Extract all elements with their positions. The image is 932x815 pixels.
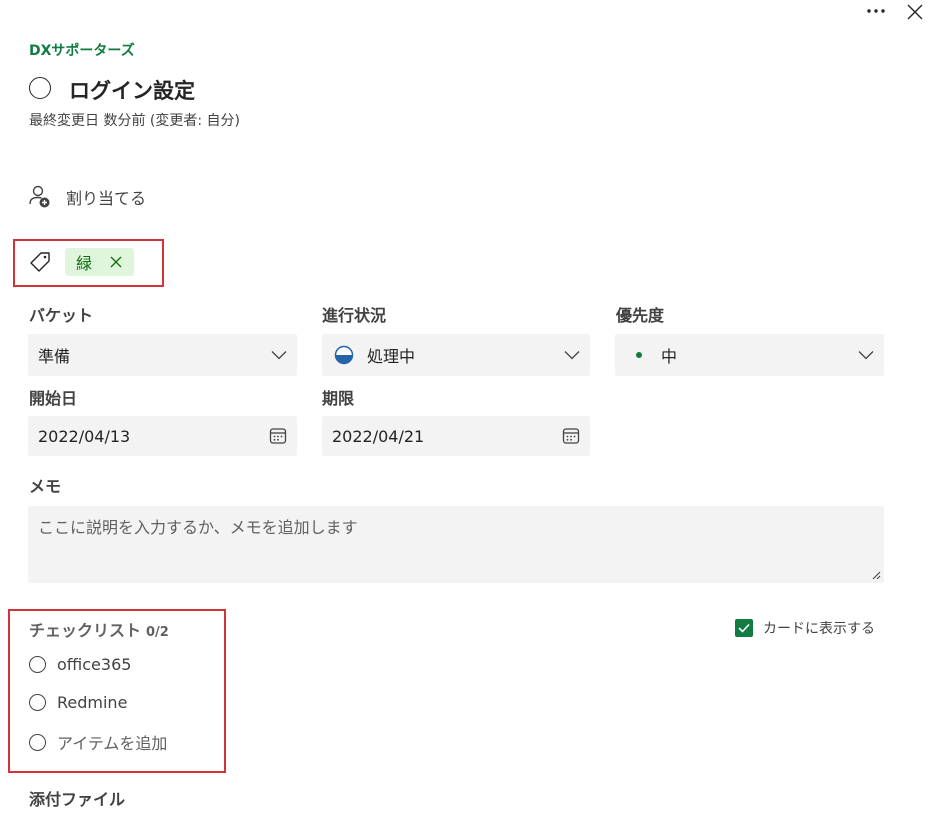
label-tag-text: 緑 [76, 254, 93, 273]
progress-label: 進行状況 [322, 306, 387, 325]
priority-label: 優先度 [616, 306, 665, 325]
attachments-label: 添付ファイル [29, 790, 126, 809]
chevron-down-icon [858, 351, 874, 360]
bucket-dropdown[interactable]: 準備 [28, 334, 297, 376]
checkbox-checked-icon [735, 619, 753, 637]
priority-value: 中 [661, 347, 678, 366]
task-title[interactable]: ログイン設定 [69, 75, 195, 105]
bucket-value: 準備 [38, 347, 71, 366]
assign-label: 割り当てる [66, 189, 147, 208]
checklist-label: チェックリスト [29, 621, 142, 640]
checklist-item[interactable]: office365 [29, 655, 131, 674]
add-person-icon [29, 185, 50, 208]
tag-icon-button[interactable] [29, 251, 51, 277]
notes-textarea[interactable]: ここに説明を入力するか、メモを追加します [28, 506, 884, 583]
checklist-count: 0/2 [146, 625, 169, 640]
checklist-header: チェックリスト 0/2 [29, 617, 169, 641]
assign-button[interactable]: 割り当てる [29, 185, 146, 209]
checklist-item[interactable]: Redmine [29, 693, 127, 712]
calendar-icon[interactable] [562, 427, 580, 445]
last-modified-text: 最終変更日 数分前 (変更者: 自分) [29, 113, 240, 129]
plan-name-link[interactable]: DXサポーターズ [29, 40, 135, 60]
tag-icon [30, 252, 50, 272]
chevron-down-icon [564, 351, 580, 360]
checklist-item-checkbox[interactable] [29, 656, 46, 673]
notes-placeholder: ここに説明を入力するか、メモを追加します [38, 518, 358, 537]
add-item-input[interactable]: アイテムを追加 [57, 730, 167, 754]
due-date-input[interactable]: 2022/04/21 [322, 416, 590, 456]
priority-dot-icon [636, 352, 642, 358]
show-on-card-checkbox[interactable]: カードに表示する [735, 618, 875, 638]
notes-label: メモ [29, 477, 62, 496]
show-on-card-label: カードに表示する [763, 621, 875, 637]
due-date-value: 2022/04/21 [332, 426, 425, 446]
remove-label-icon[interactable] [110, 256, 122, 268]
start-date-label: 開始日 [29, 389, 78, 408]
calendar-icon[interactable] [269, 427, 287, 445]
checklist-item-checkbox[interactable] [29, 694, 46, 711]
progress-dropdown[interactable]: 処理中 [322, 334, 590, 376]
due-date-label: 期限 [322, 389, 355, 408]
close-icon [907, 4, 923, 20]
add-checklist-item[interactable]: アイテムを追加 [29, 730, 167, 754]
more-options-button[interactable] [863, 0, 889, 22]
resize-handle-icon[interactable] [871, 570, 881, 580]
label-tag-green[interactable]: 緑 [65, 248, 134, 276]
checklist-item-label[interactable]: office365 [57, 655, 131, 674]
add-item-circle-icon [29, 733, 46, 751]
in-progress-icon [334, 345, 354, 365]
close-button[interactable] [903, 1, 927, 23]
start-date-value: 2022/04/13 [38, 426, 131, 446]
priority-dropdown[interactable]: 中 [615, 334, 884, 376]
start-date-input[interactable]: 2022/04/13 [28, 416, 297, 456]
chevron-down-icon [271, 351, 287, 360]
more-horizontal-icon [867, 9, 885, 13]
task-complete-checkbox[interactable] [29, 77, 51, 99]
checklist-item-label[interactable]: Redmine [57, 693, 127, 712]
progress-value: 処理中 [367, 347, 416, 366]
bucket-label: バケット [29, 306, 94, 325]
